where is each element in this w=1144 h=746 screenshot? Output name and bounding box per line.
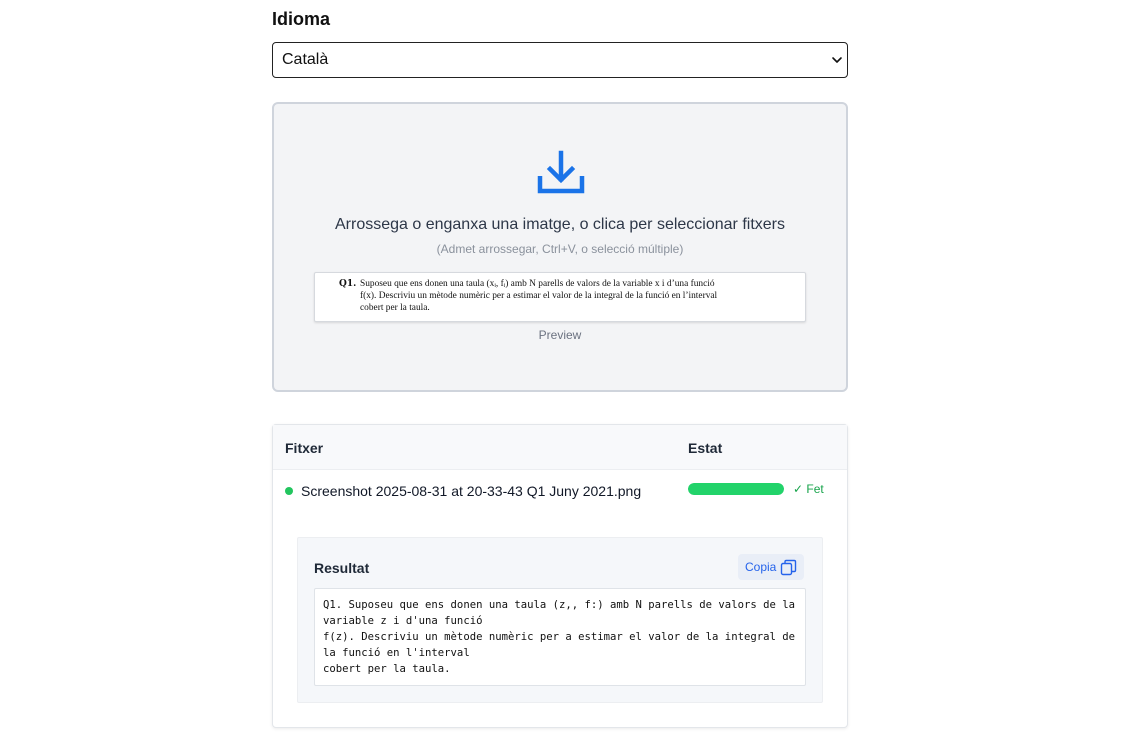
- progress-bar-fill: [688, 483, 784, 495]
- status-dot-icon: [285, 487, 293, 495]
- language-select[interactable]: Català: [272, 42, 848, 78]
- progress-bar: [688, 483, 784, 495]
- file-name: Screenshot 2025-08-31 at 20-33-43 Q1 Jun…: [301, 483, 642, 499]
- preview-line: Suposeu que ens donen una taula (xᵢ, fᵢ)…: [360, 279, 715, 289]
- language-select-value: Català: [282, 51, 329, 68]
- language-label: Idioma: [272, 9, 331, 29]
- copy-button[interactable]: Copia: [738, 554, 804, 580]
- download-tray-icon: [537, 150, 585, 194]
- files-table: Fitxer Estat Screenshot 2025-08-31 at 20…: [272, 424, 848, 728]
- table-header: Fitxer Estat: [273, 425, 847, 470]
- preview-line: f(x). Descriviu un mètode numèric per a …: [360, 291, 718, 301]
- preview-line: cobert per la taula.: [360, 303, 430, 313]
- copy-icon: [780, 559, 797, 576]
- preview-label: Preview: [538, 328, 582, 342]
- result-text[interactable]: Q1. Suposeu que ens donen una taula (z,,…: [314, 588, 806, 686]
- preview-text: Suposeu que ens donen una taula (xᵢ, fᵢ)…: [360, 278, 780, 314]
- result-panel: Resultat Copia Q1. Suposeu que ens donen…: [297, 537, 823, 703]
- dropzone-instructions: Arrossega o enganxa una imatge, o clica …: [334, 216, 785, 233]
- status-badge: ✓ Fet: [793, 482, 824, 496]
- preview-question-label: Q1.: [339, 279, 357, 289]
- copy-button-label: Copia: [745, 560, 777, 574]
- dropzone-hint: (Admet arrossegar, Ctrl+V, o selecció mú…: [436, 242, 684, 256]
- column-header-status: Estat: [688, 440, 723, 456]
- chevron-down-icon: [832, 57, 842, 63]
- column-header-file: Fitxer: [285, 440, 324, 456]
- image-preview: Q1. Suposeu que ens donen una taula (xᵢ,…: [314, 272, 806, 322]
- result-title: Resultat: [314, 560, 370, 576]
- image-dropzone[interactable]: Arrossega o enganxa una imatge, o clica …: [272, 102, 848, 392]
